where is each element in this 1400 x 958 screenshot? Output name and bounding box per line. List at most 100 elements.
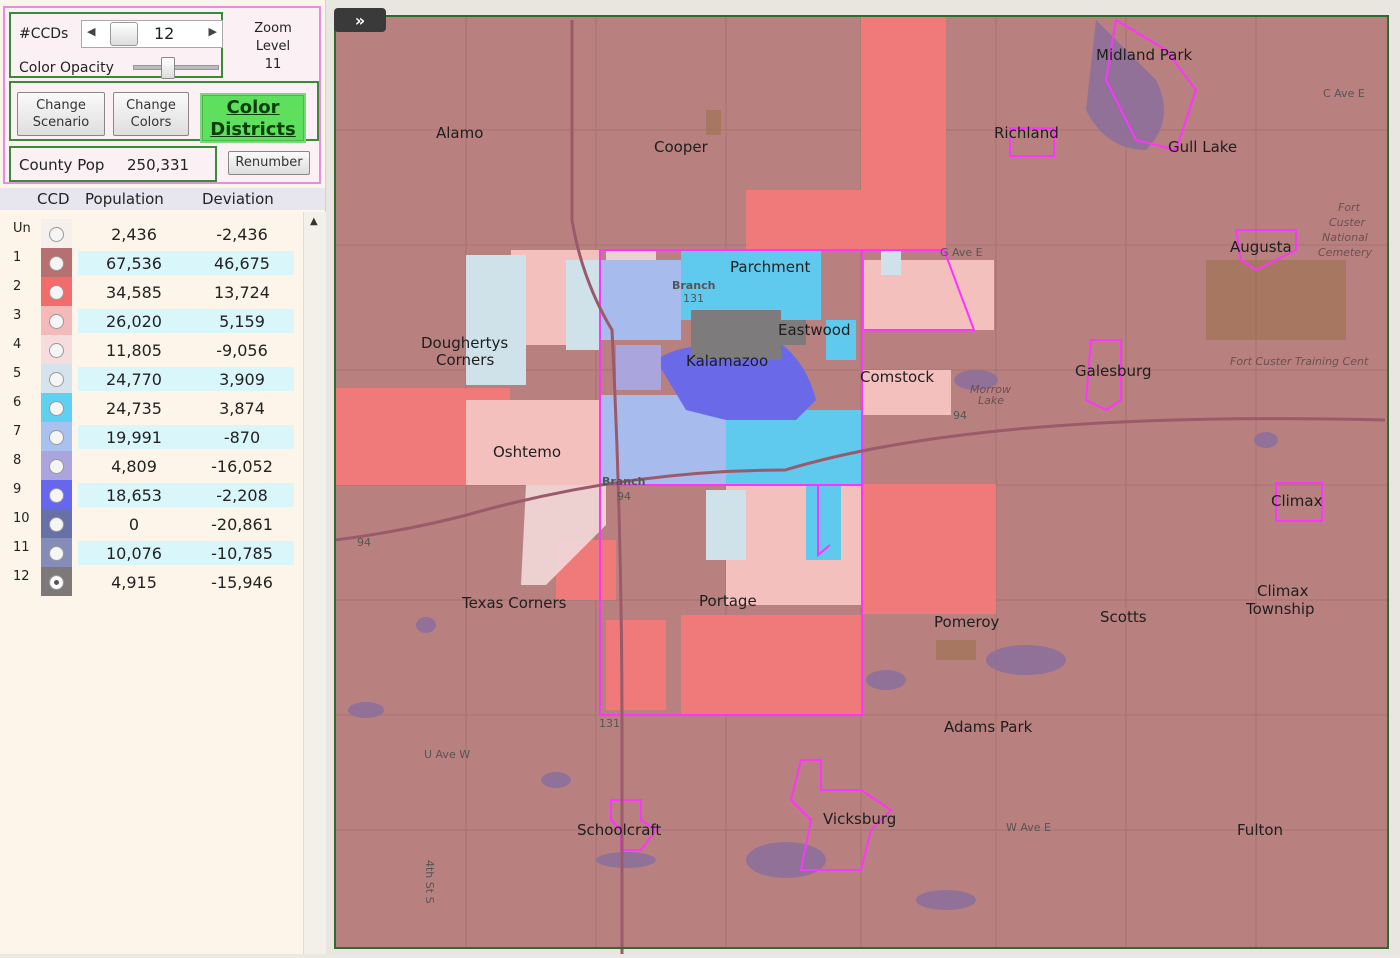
ccd-deviation: -2,436 bbox=[216, 225, 268, 244]
feature-label: Custer bbox=[1329, 216, 1366, 229]
ccd-color-swatch[interactable] bbox=[41, 509, 72, 538]
ccd-deviation: 5,159 bbox=[219, 312, 265, 331]
table-row: 9 18,653 -2,208 bbox=[0, 479, 300, 509]
table-row: 7 19,991 -870 bbox=[0, 421, 300, 451]
ccd-number: 4 bbox=[13, 337, 22, 352]
table-header: CCD Population Deviation bbox=[0, 188, 325, 210]
road-label: C Ave E bbox=[1323, 87, 1365, 100]
ccd-population: 67,536 bbox=[106, 254, 162, 273]
color-districts-button[interactable]: Color Districts bbox=[200, 93, 306, 143]
place-label: Fulton bbox=[1237, 821, 1283, 839]
route-shield: 94 bbox=[617, 490, 631, 503]
ccds-label: #CCDs bbox=[19, 26, 69, 42]
table-scrollbar[interactable]: ▲ bbox=[303, 212, 326, 954]
ccd-color-swatch[interactable] bbox=[41, 219, 72, 248]
ccd-population: 24,770 bbox=[106, 370, 162, 389]
zoom-level-display: Zoom Level 11 bbox=[233, 20, 313, 74]
color-districts-line1: Color bbox=[226, 97, 280, 118]
feature-label: National bbox=[1322, 231, 1368, 244]
ccd-color-swatch[interactable] bbox=[41, 451, 72, 480]
select-radio-icon[interactable] bbox=[49, 285, 64, 300]
ccd-color-swatch[interactable] bbox=[41, 538, 72, 567]
expand-panel-button[interactable]: » bbox=[334, 8, 386, 32]
select-radio-icon[interactable] bbox=[49, 546, 64, 561]
ccd-color-swatch[interactable] bbox=[41, 248, 72, 277]
ccd-population: 26,020 bbox=[106, 312, 162, 331]
expand-icon: » bbox=[355, 11, 365, 30]
place-label: Galesburg bbox=[1075, 362, 1151, 380]
select-radio-icon[interactable] bbox=[49, 343, 64, 358]
control-panel: #CCDs ◀ 12 ▶ Color Opacity Zoom Level 11… bbox=[0, 0, 326, 954]
ccd-number: Un bbox=[13, 221, 31, 236]
route-shield: 94 bbox=[357, 536, 371, 549]
zoom-label-line2: Level bbox=[255, 39, 291, 54]
select-radio-icon[interactable] bbox=[49, 372, 64, 387]
place-label: Vicksburg bbox=[823, 810, 896, 828]
ccd-color-swatch[interactable] bbox=[41, 277, 72, 306]
select-radio-icon[interactable] bbox=[49, 314, 64, 329]
ccd-population: 11,805 bbox=[106, 341, 162, 360]
ccd-color-swatch[interactable] bbox=[41, 306, 72, 335]
ccd-number: 6 bbox=[13, 395, 22, 410]
ccd-color-swatch[interactable] bbox=[41, 567, 72, 596]
ccd-deviation: -20,861 bbox=[211, 515, 273, 534]
road-label: 4th St S bbox=[423, 860, 436, 904]
color-districts-line2: Districts bbox=[210, 119, 296, 140]
map-canvas[interactable]: » Alamo Cooper Richland Gull Lake Midlan… bbox=[326, 0, 1400, 958]
ccd-color-swatch[interactable] bbox=[41, 422, 72, 451]
change-colors-button[interactable]: Change Colors bbox=[113, 92, 189, 136]
settings-box: #CCDs ◀ 12 ▶ Color Opacity Zoom Level 11… bbox=[3, 6, 321, 184]
table-row: 12 4,915 -15,946 bbox=[0, 566, 300, 596]
scroll-up-arrow-icon[interactable]: ▲ bbox=[310, 216, 318, 227]
renumber-button[interactable]: Renumber bbox=[228, 151, 310, 175]
table-row: 6 24,735 3,874 bbox=[0, 392, 300, 422]
select-radio-icon[interactable] bbox=[49, 488, 64, 503]
place-label: Parchment bbox=[730, 258, 811, 276]
opacity-slider-track[interactable] bbox=[133, 65, 219, 70]
increment-arrow-icon[interactable]: ▶ bbox=[209, 25, 217, 38]
col-ccd-header: CCD bbox=[37, 190, 70, 208]
change-scenario-line2: Scenario bbox=[32, 115, 90, 130]
ccd-color-swatch[interactable] bbox=[41, 335, 72, 364]
ccds-stepper[interactable]: ◀ 12 ▶ bbox=[81, 20, 223, 48]
place-label: Cooper bbox=[654, 138, 709, 156]
select-radio-icon[interactable] bbox=[49, 517, 64, 532]
map-view[interactable]: » Alamo Cooper Richland Gull Lake Midlan… bbox=[326, 0, 1400, 958]
place-label: Alamo bbox=[436, 124, 483, 142]
zoom-label-line1: Zoom bbox=[254, 21, 292, 36]
feature-label: Cemetery bbox=[1318, 246, 1373, 259]
route-shield: 131 bbox=[683, 292, 704, 305]
place-label: Oshtemo bbox=[493, 443, 561, 461]
route-shield: 94 bbox=[953, 409, 967, 422]
county-pop-label: County Pop bbox=[19, 156, 105, 174]
ccd-deviation: -9,056 bbox=[216, 341, 268, 360]
select-radio-icon[interactable] bbox=[49, 430, 64, 445]
ccd-color-swatch[interactable] bbox=[41, 364, 72, 393]
select-radio-icon[interactable] bbox=[49, 256, 64, 271]
feature-label: Lake bbox=[978, 394, 1004, 407]
ccd-deviation: 46,675 bbox=[214, 254, 270, 273]
opacity-slider-thumb[interactable] bbox=[160, 57, 175, 79]
ccd-color-swatch[interactable] bbox=[41, 393, 72, 422]
zoom-value: 11 bbox=[264, 57, 282, 72]
county-pop-value: 250,331 bbox=[127, 156, 190, 174]
decrement-arrow-icon[interactable]: ◀ bbox=[87, 25, 95, 38]
ccd-color-swatch[interactable] bbox=[41, 480, 72, 509]
ccd-population: 0 bbox=[128, 515, 140, 534]
place-label: Eastwood bbox=[778, 321, 851, 339]
ccd-population: 19,991 bbox=[106, 428, 162, 447]
select-radio-icon[interactable] bbox=[49, 227, 64, 242]
table-row: 10 0 -20,861 bbox=[0, 508, 300, 538]
ccd-population: 10,076 bbox=[106, 544, 162, 563]
change-scenario-button[interactable]: Change Scenario bbox=[17, 92, 105, 136]
place-label: Portage bbox=[699, 592, 757, 610]
select-radio-icon[interactable] bbox=[49, 401, 64, 416]
place-label: Gull Lake bbox=[1168, 138, 1237, 156]
ccds-slider-thumb[interactable] bbox=[110, 22, 138, 46]
ccd-number: 12 bbox=[13, 569, 30, 584]
ccd-deviation: 13,724 bbox=[214, 283, 270, 302]
ccd-deviation: -2,208 bbox=[216, 486, 268, 505]
ccd-deviation: 3,874 bbox=[219, 399, 265, 418]
select-radio-icon[interactable] bbox=[49, 459, 64, 474]
select-radio-icon[interactable] bbox=[49, 575, 64, 590]
